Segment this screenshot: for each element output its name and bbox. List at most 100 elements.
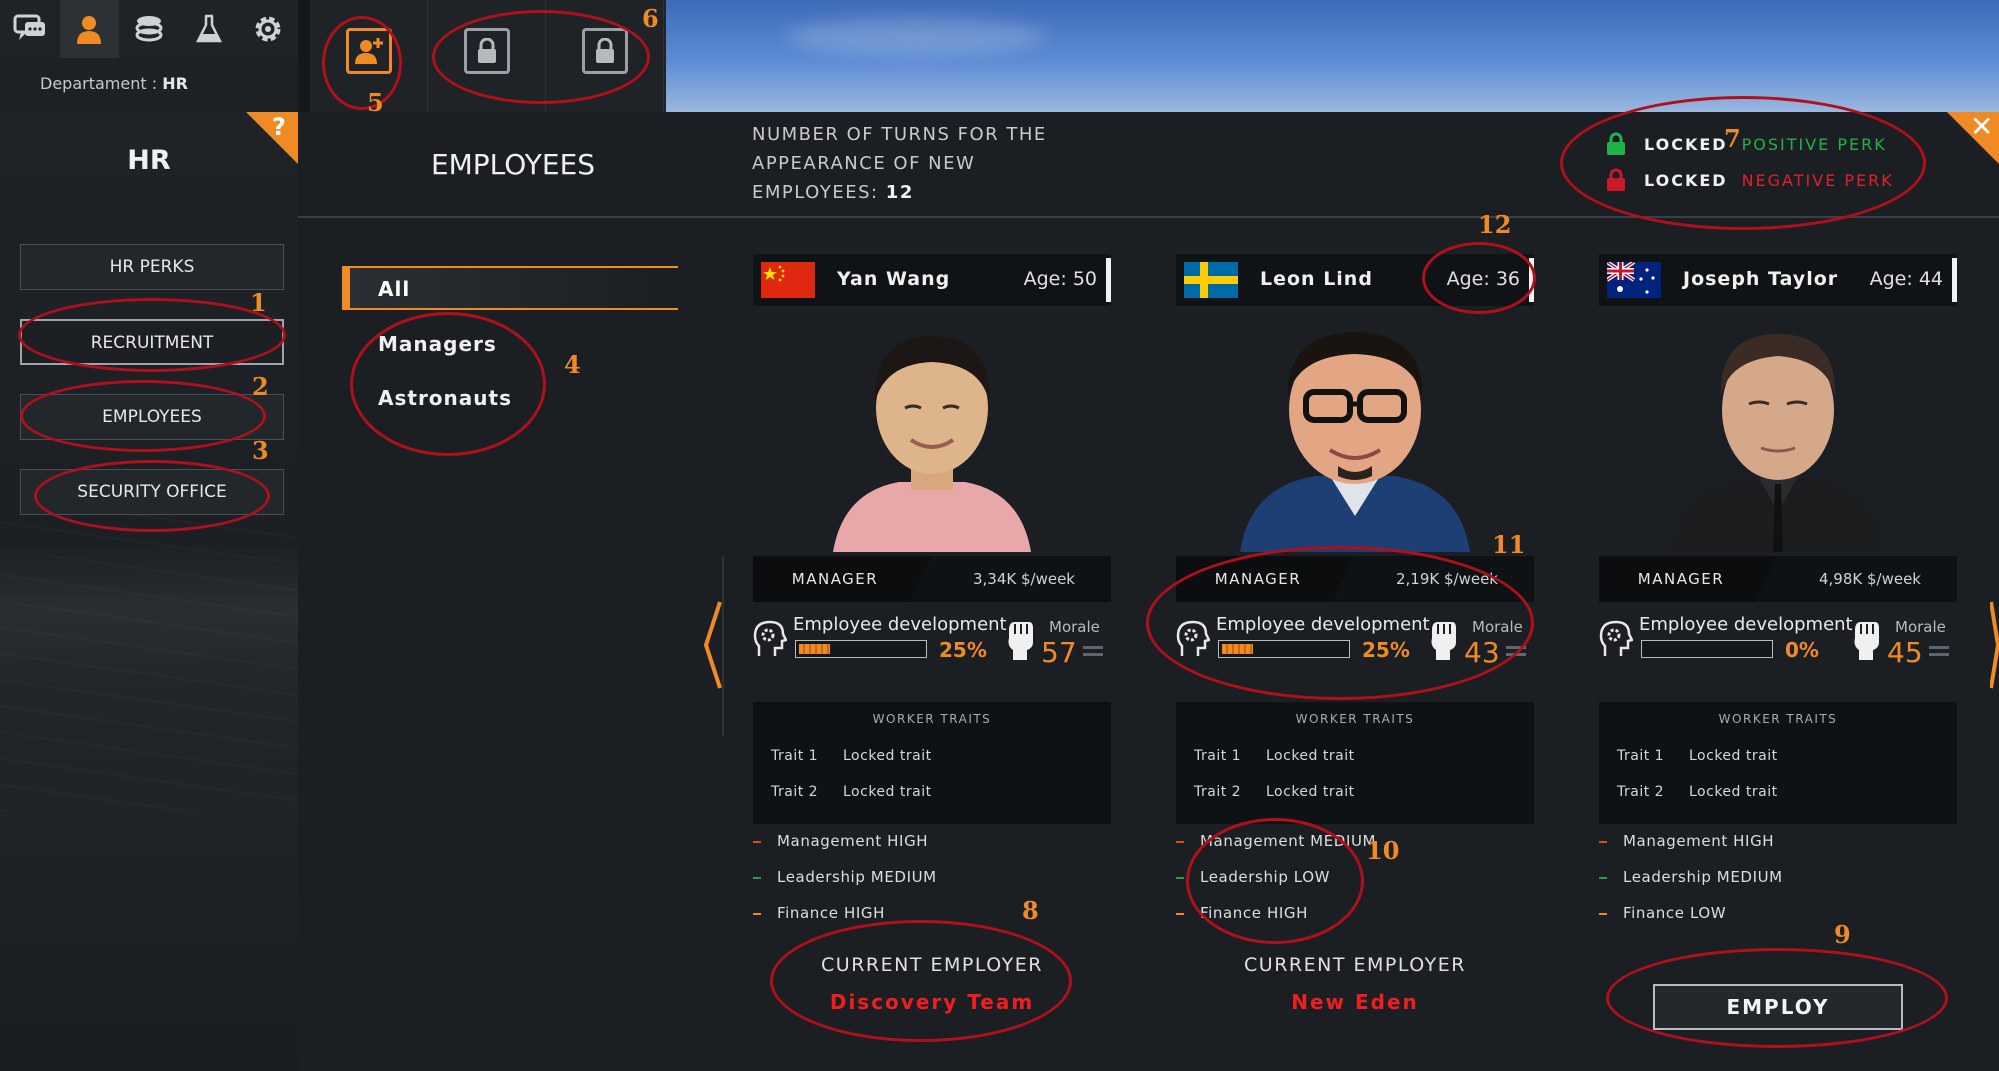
australia-flag — [1607, 262, 1661, 298]
annotation-number: 9 — [1834, 920, 1851, 949]
current-employer-label: CURRENT EMPLOYER — [1244, 954, 1466, 976]
skill-row: Finance LOW — [1599, 904, 1726, 922]
candidate-name: Leon Lind — [1260, 268, 1373, 290]
tab-settings[interactable] — [238, 0, 298, 58]
department-label: Departament : — [40, 74, 158, 93]
worker-traits: WORKER TRAITS Trait 1 Locked trait Trait … — [753, 702, 1111, 824]
annotation-ring — [350, 312, 546, 456]
filter-all[interactable]: All — [342, 266, 678, 310]
scroll-left-arrow[interactable] — [704, 600, 722, 690]
annotation-ring — [20, 380, 266, 452]
hr-perks-button[interactable]: HR PERKS — [20, 244, 284, 290]
annotation-ring — [18, 298, 286, 372]
candidate-portrait — [1240, 332, 1470, 552]
flask-icon — [195, 14, 222, 43]
trait-value: Locked trait — [843, 784, 932, 800]
skill-text: Finance HIGH — [777, 904, 885, 922]
annotation-number: 1 — [250, 288, 267, 317]
tab-hr[interactable] — [59, 0, 120, 58]
skill-row: Management HIGH — [753, 832, 928, 850]
candidate-role: MANAGER — [753, 556, 931, 602]
candidate-role: MANAGER — [1599, 556, 1777, 602]
annotation-ring — [1606, 948, 1948, 1048]
trait-key: Trait 2 — [1194, 784, 1242, 800]
worker-traits: WORKER TRAITS Trait 1 Locked trait Trait … — [1599, 702, 1957, 824]
trait-value: Locked trait — [1266, 748, 1355, 764]
annotation-ring — [1422, 242, 1536, 314]
annotation-number: 7 — [1724, 124, 1741, 153]
candidate-portrait — [833, 336, 1031, 552]
development-percent: 25% — [939, 638, 987, 662]
annotation-number: 4 — [564, 350, 581, 379]
help-icon: ? — [272, 113, 286, 141]
filter-all-label: All — [378, 277, 411, 301]
sweden-flag — [1184, 262, 1238, 298]
skill-bullet — [1599, 876, 1607, 879]
tab-research[interactable] — [179, 0, 239, 58]
candidate-card: Yan Wang Age: 50 MANAGER 3,34K $/week Em… — [753, 254, 1111, 1024]
development-label: Employee development — [793, 614, 1007, 635]
skill-row: Leadership MEDIUM — [753, 868, 937, 886]
trait-row: Trait 1 Locked trait — [771, 748, 931, 764]
chat-icon — [13, 14, 45, 40]
development-label: Employee development — [1639, 614, 1853, 635]
traits-title: WORKER TRAITS — [872, 712, 992, 726]
trait-row: Trait 1 Locked trait — [1194, 748, 1354, 764]
employees-title: EMPLOYEES — [430, 148, 596, 181]
candidate-name: Yan Wang — [837, 268, 951, 290]
close-icon: ✕ — [1970, 110, 1994, 143]
annotation-number: 5 — [367, 88, 384, 117]
trait-key: Trait 2 — [771, 784, 819, 800]
annotation-number: 8 — [1022, 896, 1039, 925]
trait-key: Trait 1 — [1194, 748, 1242, 764]
skill-bullet — [753, 840, 761, 843]
annotation-number: 10 — [1366, 836, 1400, 865]
brain-gear-icon — [1599, 620, 1633, 656]
skill-text: Finance LOW — [1623, 904, 1727, 922]
annotation-ring — [432, 10, 650, 104]
skill-text: Leadership MEDIUM — [1623, 868, 1783, 886]
development-fill — [799, 644, 830, 654]
annotation-ring — [1186, 818, 1364, 944]
skill-text: Leadership MEDIUM — [777, 868, 937, 886]
department-indicator: Departament : HR — [0, 58, 298, 112]
annotation-number: 6 — [642, 4, 659, 33]
new-employees-turns: NUMBER OF TURNS FOR THE APPEARANCE OF NE… — [752, 120, 1092, 207]
trait-row: Trait 2 Locked trait — [1617, 784, 1777, 800]
development-row: Employee development 25% Morale 57 — [753, 612, 1111, 669]
scroll-right-arrow[interactable] — [1990, 600, 1999, 690]
department-value: HR — [162, 74, 188, 93]
annotation-number: 3 — [252, 436, 269, 465]
trait-value: Locked trait — [1689, 748, 1778, 764]
role-bar: MANAGER 3,34K $/week — [753, 556, 1111, 602]
category-tab-bar — [0, 0, 298, 58]
trait-value: Locked trait — [843, 748, 932, 764]
trait-key: Trait 1 — [1617, 748, 1665, 764]
skill-text: Management HIGH — [777, 832, 929, 850]
skill-bullet — [753, 876, 761, 879]
skill-bullet — [1176, 912, 1184, 915]
gear-icon — [255, 16, 281, 42]
development-percent: 0% — [1785, 638, 1819, 662]
tab-chat[interactable] — [0, 0, 60, 58]
tab-finance[interactable] — [119, 0, 179, 58]
candidate-salary: 4,98K $/week — [1818, 570, 1921, 588]
skill-row: Leadership MEDIUM — [1599, 868, 1783, 886]
sky-backdrop — [666, 0, 1999, 112]
trait-key: Trait 2 — [1617, 784, 1665, 800]
candidate-header: Yan Wang Age: 50 — [753, 254, 1111, 306]
skill-row: Finance HIGH — [753, 904, 885, 922]
trait-key: Trait 1 — [771, 748, 819, 764]
trait-value: Locked trait — [1689, 784, 1778, 800]
current-employer-name: New Eden — [1291, 990, 1419, 1014]
morale-trend-icon — [1929, 646, 1949, 656]
morale-value: 45 — [1887, 636, 1923, 669]
skill-text: Management HIGH — [1623, 832, 1775, 850]
morale-label: Morale — [1895, 618, 1946, 636]
fist-icon — [1008, 622, 1033, 660]
skill-bullet — [1599, 912, 1607, 915]
annotation-number: 11 — [1492, 530, 1526, 559]
development-row: Employee development 0% Morale 45 — [1599, 612, 1957, 669]
annotation-ring — [1560, 96, 1926, 230]
skill-row: Management HIGH — [1599, 832, 1774, 850]
